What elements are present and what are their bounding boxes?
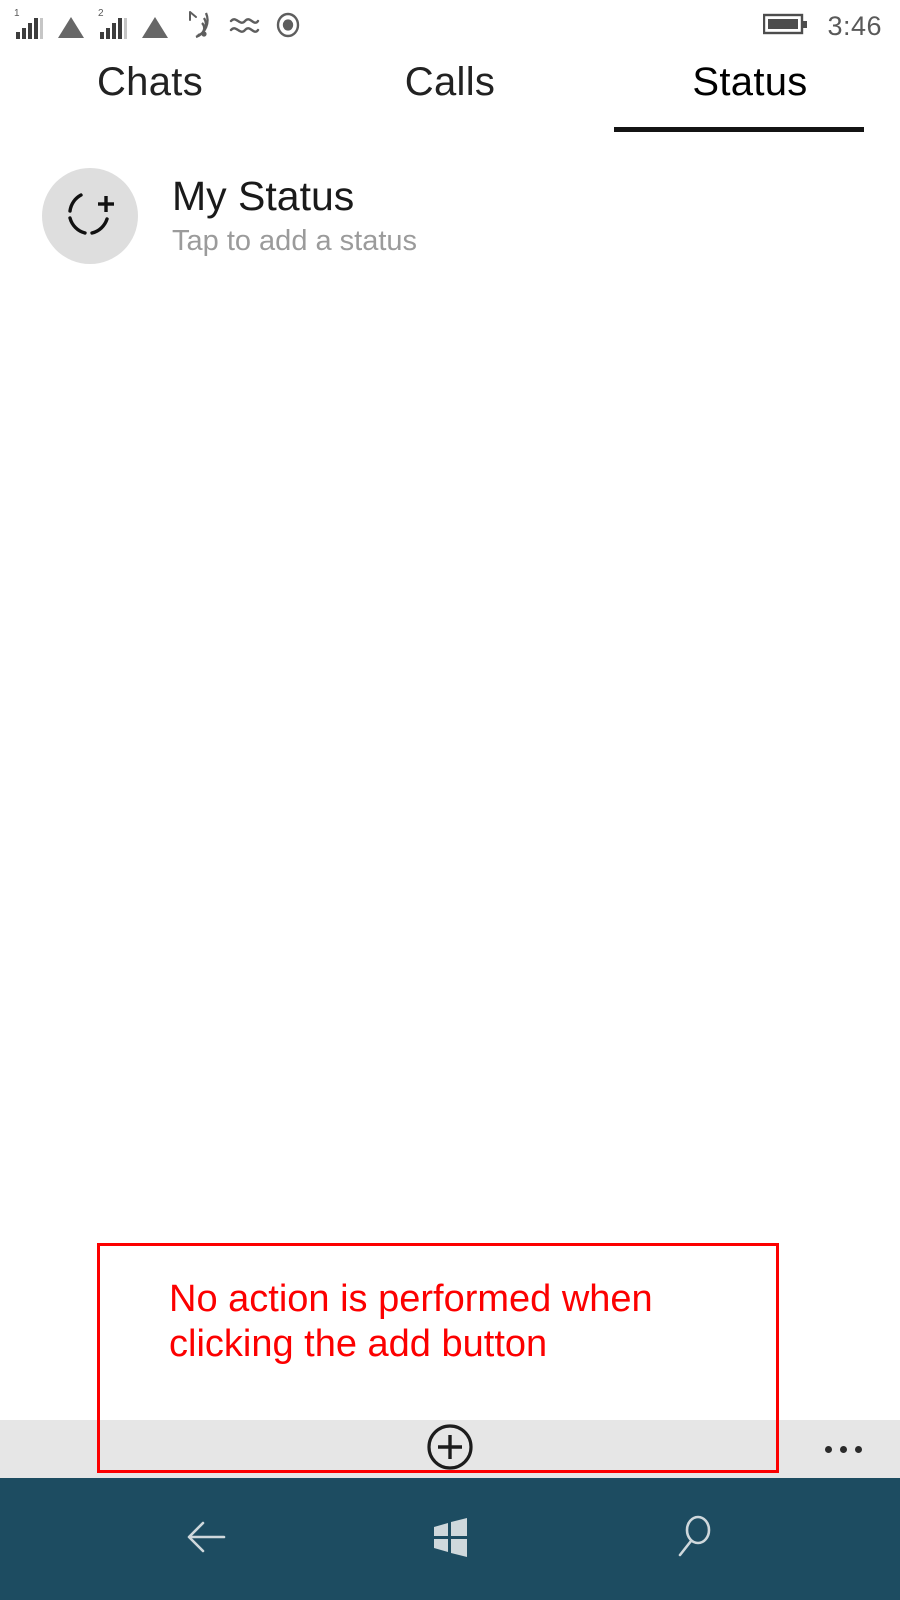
tab-active-indicator	[614, 127, 864, 132]
nav-search-button[interactable]	[659, 1504, 729, 1574]
status-list-empty-area	[0, 280, 900, 1420]
nav-back-button[interactable]	[171, 1504, 241, 1574]
tab-calls-label: Calls	[404, 60, 496, 104]
add-status-camera-icon	[61, 185, 119, 248]
tab-bar: Chats Calls Status	[0, 52, 900, 140]
ellipsis-dot-3	[855, 1445, 862, 1453]
ellipsis-dot-2	[840, 1445, 847, 1453]
triangle-data-sim2-icon	[140, 7, 170, 46]
add-status-button[interactable]	[423, 1420, 477, 1479]
vibrate-icon	[228, 7, 260, 46]
signal-bars-sim1-icon: 1	[14, 7, 44, 46]
status-bar-left-icons: 1 2	[14, 7, 304, 46]
record-icon	[272, 7, 304, 46]
triangle-data-sim1-icon	[56, 7, 86, 46]
system-navigation-bar	[0, 1478, 900, 1600]
avatar[interactable]	[42, 168, 138, 264]
windows-home-icon	[424, 1511, 476, 1568]
add-circle-icon	[423, 1420, 477, 1479]
status-bar-clock: 3:46	[827, 10, 882, 41]
tab-status[interactable]: Status	[600, 52, 900, 140]
my-status-subtitle: Tap to add a status	[172, 224, 418, 257]
ellipsis-icon	[825, 1445, 832, 1453]
wifi-icon	[182, 7, 216, 46]
svg-text:1: 1	[14, 8, 20, 19]
status-bar-right-icons: 3:46	[763, 10, 882, 43]
tab-calls[interactable]: Calls	[300, 52, 600, 140]
my-status-row[interactable]: My Status Tap to add a status	[0, 152, 900, 280]
app-bar	[0, 1420, 900, 1478]
nav-home-button[interactable]	[415, 1504, 485, 1574]
tab-chats-label: Chats	[97, 60, 203, 104]
my-status-text: My Status Tap to add a status	[172, 174, 417, 257]
back-arrow-icon	[178, 1509, 234, 1570]
svg-text:2: 2	[98, 8, 104, 19]
my-status-title: My Status	[172, 173, 355, 220]
more-options-button[interactable]	[825, 1445, 862, 1453]
battery-full-icon	[763, 10, 811, 43]
system-status-bar: 1 2 3:46	[0, 0, 900, 52]
tab-status-label: Status	[692, 60, 808, 104]
signal-bars-sim2-icon: 2	[98, 7, 128, 46]
search-icon	[666, 1509, 722, 1570]
phone-screen: 1 2 3:46 Chats Calls Status My Status Ta…	[0, 0, 900, 1600]
annotation-label: No action is performed when clicking the…	[169, 1278, 653, 1365]
tab-chats[interactable]: Chats	[0, 52, 300, 140]
